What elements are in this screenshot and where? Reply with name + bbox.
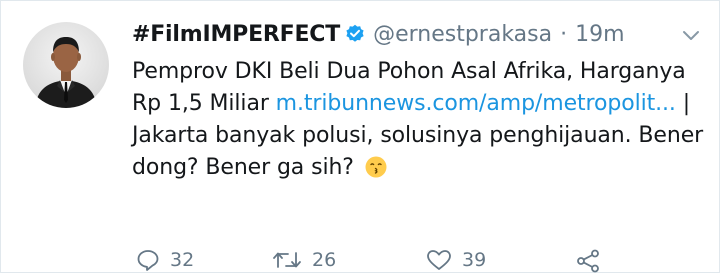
retweet-count: 26 — [312, 249, 337, 271]
retweet-button[interactable]: 26 — [272, 249, 336, 271]
verified-badge-icon — [345, 24, 365, 44]
retweet-icon — [273, 252, 301, 268]
heart-icon — [427, 250, 451, 270]
share-button[interactable] — [576, 249, 600, 273]
chevron-down-icon[interactable] — [681, 28, 701, 42]
tweet-link[interactable]: m.tribunnews.com/amp/metropolit... — [276, 91, 676, 116]
avatar[interactable] — [23, 22, 109, 108]
tweet-timestamp[interactable]: 19m — [575, 22, 624, 47]
display-name[interactable]: #FilmIMPERFECT — [132, 22, 340, 47]
kissing-face-emoji-icon — [365, 156, 387, 178]
tweet-text: Pemprov DKI Beli Dua Pohon Asal Afrika, … — [132, 56, 707, 184]
user-handle[interactable]: @ernestprakasa — [373, 22, 552, 47]
avatar-photo — [35, 37, 97, 108]
like-count: 39 — [462, 249, 487, 271]
reply-button[interactable]: 32 — [136, 249, 194, 271]
like-button[interactable]: 39 — [426, 249, 486, 271]
separator-dot: · — [560, 21, 568, 47]
reply-icon — [137, 250, 159, 271]
share-icon — [577, 249, 599, 273]
tweet-header: #FilmIMPERFECT @ernestprakasa · 19m — [132, 14, 625, 54]
reply-count: 32 — [170, 249, 195, 271]
